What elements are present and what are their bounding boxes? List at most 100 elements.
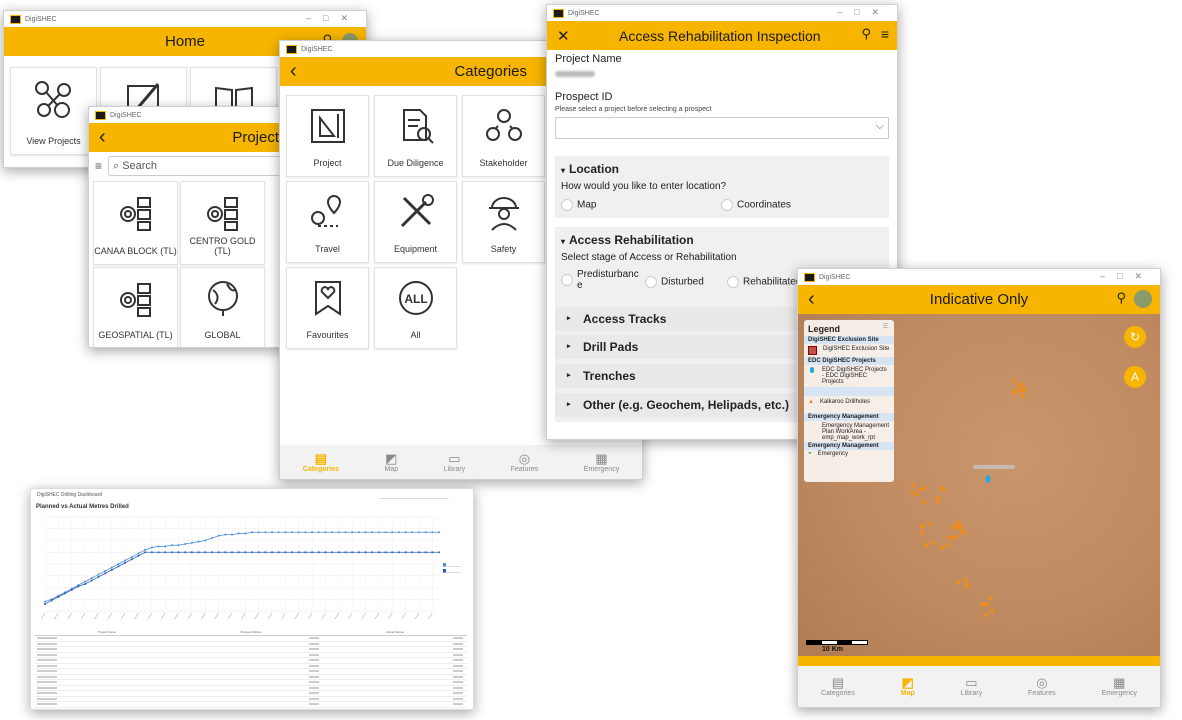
category-tile-travel[interactable]: Travel [286, 181, 369, 263]
category-tile-due-diligence[interactable]: Due Diligence [374, 95, 457, 177]
category-tile-stakeholder[interactable]: Stakeholder [462, 95, 545, 177]
drillhole-marker[interactable] [959, 526, 963, 530]
legend-item[interactable]: ▲ Kalkaroo Drillholes [804, 396, 894, 408]
location-toggle[interactable]: ▾ Location [561, 162, 619, 176]
category-tile-project[interactable]: Project [286, 95, 369, 177]
nav-features[interactable]: ◎ Features [1028, 676, 1056, 698]
category-tile-favourites[interactable]: Favourites [286, 267, 369, 349]
drillhole-marker[interactable] [918, 488, 922, 492]
legend-item[interactable]: Emergency Management Plan WorkArea - emp… [804, 421, 894, 442]
refresh-button[interactable]: ↻ [1124, 326, 1146, 348]
drillhole-marker[interactable] [965, 582, 970, 586]
legend-item[interactable]: ◓ Emergency [804, 450, 894, 458]
back-button[interactable]: ‹ [290, 60, 297, 83]
projects-network-icon [34, 81, 71, 118]
project-location-marker[interactable] [985, 475, 991, 483]
data-point [124, 559, 127, 562]
drillhole-marker[interactable] [911, 483, 915, 488]
menu-icon[interactable]: ≡ [881, 26, 889, 42]
nav-features[interactable]: ◎ Features [511, 451, 539, 473]
drillhole-marker[interactable] [922, 486, 926, 490]
cell-text [453, 697, 463, 700]
back-button[interactable]: ‹ [808, 288, 815, 311]
drillhole-marker[interactable] [952, 523, 957, 527]
project-tile[interactable]: CANAA BLOCK (TL) [93, 181, 178, 265]
drillhole-marker[interactable] [927, 521, 931, 526]
drillhole-marker[interactable] [1022, 387, 1026, 392]
category-tile-all[interactable]: ALL All [374, 267, 457, 349]
rehab-option-predisturbance[interactable]: Predisturbanc e [561, 269, 639, 291]
drillhole-marker[interactable] [920, 531, 924, 535]
location-option-map[interactable]: Map [561, 199, 596, 211]
prospect-select[interactable]: ⌵ [555, 117, 889, 139]
drillhole-marker[interactable] [1020, 393, 1025, 398]
legend-menu-icon[interactable]: ☰ [883, 323, 888, 330]
drillhole-marker[interactable] [981, 602, 985, 606]
cell-text [309, 653, 319, 656]
data-point [364, 531, 367, 534]
close-icon[interactable]: ✕ [557, 27, 570, 45]
data-point [184, 551, 187, 554]
back-button[interactable]: ‹ [99, 126, 106, 149]
table-cell [323, 697, 467, 702]
drillhole-marker[interactable] [956, 580, 961, 585]
drillhole-marker[interactable] [940, 545, 944, 550]
drillhole-marker[interactable] [914, 492, 919, 497]
nav-emergency[interactable]: ▦ Emergency [584, 451, 619, 473]
nav-emergency[interactable]: ▦ Emergency [1102, 676, 1137, 698]
data-point [57, 595, 60, 598]
drillhole-marker[interactable] [984, 613, 989, 617]
location-option-coordinates[interactable]: Coordinates [721, 199, 791, 211]
drillhole-marker[interactable] [936, 495, 940, 500]
project-tile[interactable]: GLOBAL [180, 267, 265, 347]
nav-categories[interactable]: ▤ Categories [303, 451, 339, 473]
cell-text [453, 675, 463, 678]
drillhole-marker[interactable] [941, 487, 946, 492]
drillhole-marker[interactable] [922, 500, 926, 504]
sort-icon[interactable]: ≡ [95, 159, 102, 173]
drillhole-marker[interactable] [910, 490, 915, 495]
window-controls[interactable]: –□✕ [306, 13, 360, 24]
dashboard-filters[interactable] [379, 492, 449, 499]
compass-button[interactable]: A [1124, 366, 1146, 388]
drillhole-marker[interactable] [945, 543, 949, 548]
drillhole-marker[interactable] [960, 530, 965, 535]
tile-view-projects[interactable]: View Projects [10, 67, 97, 155]
drillhole-marker[interactable] [1014, 389, 1019, 393]
rehab-toggle[interactable]: ▾ Access Rehabilitation [561, 233, 694, 247]
drillhole-marker[interactable] [1019, 382, 1023, 386]
drillhole-marker[interactable] [1012, 379, 1017, 383]
legend-item[interactable]: EDC DigiSHEC Projects - EDC DigiSHEC Pro… [804, 365, 894, 387]
nav-library[interactable]: ▭ Library [961, 676, 982, 698]
satellite-icon[interactable]: ⚲ [1116, 291, 1126, 306]
drillhole-marker[interactable] [924, 543, 929, 547]
table-cell [179, 669, 323, 674]
data-point [324, 551, 327, 554]
drillhole-marker[interactable] [920, 523, 924, 528]
rehab-option-disturbed[interactable]: Disturbed [645, 276, 704, 288]
drillhole-marker[interactable] [931, 541, 935, 545]
drillhole-marker[interactable] [957, 520, 961, 525]
drillhole-marker[interactable] [951, 526, 956, 530]
window-controls[interactable]: –□✕ [1100, 271, 1154, 282]
rehab-option-rehabilitated[interactable]: Rehabilitated [727, 276, 801, 288]
drillhole-marker[interactable] [947, 536, 951, 540]
nav-map[interactable]: ◩ Map [385, 451, 399, 473]
drillhole-marker[interactable] [963, 578, 967, 583]
nav-categories[interactable]: ▤ Categories [821, 676, 855, 698]
category-tile-equipment[interactable]: Equipment [374, 181, 457, 263]
category-tile-safety[interactable]: Safety [462, 181, 545, 263]
map-canvas[interactable]: Legend ☰ DigiSHEC Exclusion Site DigiSHE… [798, 314, 1160, 666]
project-tile[interactable]: CENTRO GOLD (TL) [180, 181, 265, 265]
nav-library[interactable]: ▭ Library [444, 451, 465, 473]
window-controls[interactable]: –□✕ [837, 7, 891, 18]
drillhole-marker[interactable] [988, 596, 993, 600]
drillhole-marker[interactable] [954, 534, 958, 539]
drillhole-marker[interactable] [990, 609, 995, 613]
satellite-icon[interactable]: ⚲ [861, 27, 871, 42]
project-tile[interactable]: GEOSPATIAL (TL) [93, 267, 178, 347]
nav-map[interactable]: ◩ Map [901, 676, 915, 698]
avatar[interactable] [1134, 290, 1152, 308]
drillhole-marker[interactable] [936, 499, 940, 504]
legend-item[interactable]: DigiSHEC Exclusion Site [804, 344, 894, 357]
